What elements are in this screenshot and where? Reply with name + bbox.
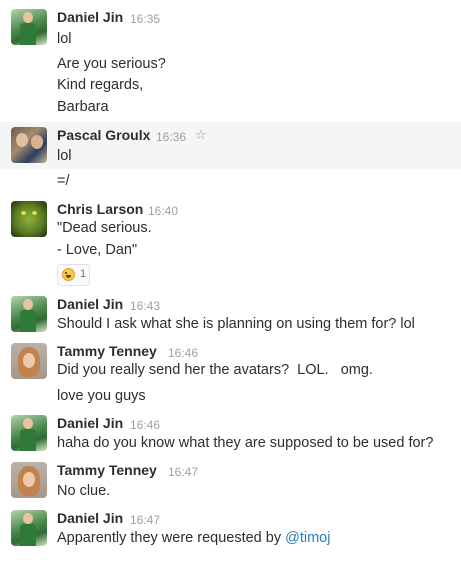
- reaction-button[interactable]: 1: [57, 264, 90, 286]
- message-text: lol: [57, 148, 72, 164]
- message-text: haha do you know what they are supposed …: [57, 435, 434, 451]
- timestamp[interactable]: 16:40: [148, 204, 178, 218]
- reaction-count: 1: [80, 268, 87, 280]
- author-name[interactable]: Tammy Tenney: [57, 462, 157, 478]
- avatar[interactable]: [11, 462, 47, 498]
- avatar[interactable]: [11, 296, 47, 332]
- message-group: Tammy Tenney 16:47 No clue.: [0, 459, 461, 507]
- joy-emoji-icon: [62, 268, 75, 281]
- message-text: Did you really send her the avatars? LOL…: [57, 362, 373, 378]
- avatar[interactable]: [11, 201, 47, 237]
- author-name[interactable]: Pascal Groulx: [57, 127, 150, 143]
- message-text-content: Apparently they were requested by: [57, 530, 286, 546]
- message-group: Daniel Jin 16:43 Should I ask what she i…: [0, 293, 461, 339]
- author-name[interactable]: Daniel Jin: [57, 296, 123, 312]
- timestamp[interactable]: 16:47: [168, 465, 198, 479]
- avatar[interactable]: [11, 9, 47, 45]
- message-group: Daniel Jin 16:47 Apparently they were re…: [0, 507, 461, 563]
- author-name[interactable]: Tammy Tenney: [57, 343, 157, 359]
- timestamp[interactable]: 16:36: [156, 130, 186, 144]
- timestamp[interactable]: 16:46: [130, 418, 160, 432]
- avatar[interactable]: [11, 510, 47, 546]
- message-text: - Love, Dan": [57, 242, 138, 258]
- author-name[interactable]: Daniel Jin: [57, 9, 123, 25]
- timestamp[interactable]: 16:35: [130, 12, 160, 26]
- message-text: =/: [57, 173, 70, 189]
- message-group: Daniel Jin 16:35 lol Are you serious? Ki…: [0, 0, 461, 122]
- timestamp[interactable]: 16:46: [168, 346, 198, 360]
- message-group: Chris Larson 16:40 "Dead serious. - Love…: [0, 195, 461, 293]
- message-text: love you guys: [57, 388, 146, 404]
- user-mention-link[interactable]: @timoj: [285, 530, 330, 546]
- author-name[interactable]: Chris Larson: [57, 201, 143, 217]
- avatar[interactable]: [11, 343, 47, 379]
- message-group: Pascal Groulx 16:36 ☆ lol: [0, 122, 461, 169]
- message-group: Tammy Tenney 16:46 Did you really send h…: [0, 339, 461, 411]
- author-name[interactable]: Daniel Jin: [57, 510, 123, 526]
- avatar[interactable]: [11, 415, 47, 451]
- message-text: Apparently they were requested by @timoj: [57, 528, 330, 548]
- message-text: Should I ask what she is planning on usi…: [57, 316, 415, 332]
- message-group: Daniel Jin 16:46 haha do you know what t…: [0, 411, 461, 459]
- timestamp[interactable]: 16:47: [130, 513, 160, 527]
- message-text: Barbara: [57, 99, 109, 115]
- timestamp[interactable]: 16:43: [130, 299, 160, 313]
- message-text: "Dead serious.: [57, 220, 152, 236]
- message-text: No clue.: [57, 483, 111, 499]
- message-text: Are you serious?: [57, 56, 166, 72]
- star-icon[interactable]: ☆: [195, 127, 207, 143]
- author-name[interactable]: Daniel Jin: [57, 415, 123, 431]
- message-continuation: =/: [0, 169, 461, 195]
- message-text: lol: [57, 31, 72, 47]
- message-text: Kind regards,: [57, 77, 144, 93]
- avatar[interactable]: [11, 127, 47, 163]
